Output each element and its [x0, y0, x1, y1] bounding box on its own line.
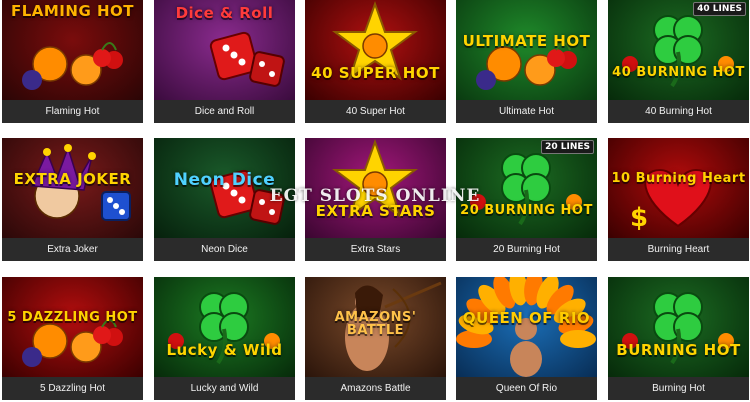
game-logo-text: AMAZONS' BATTLE [334, 310, 417, 338]
clover-art-icon [168, 292, 280, 365]
star-art-icon [332, 1, 418, 81]
game-thumbnail[interactable]: Dice & Roll [154, 0, 295, 100]
game-tile[interactable]: ULTIMATE HOT Ultimate Hot [456, 0, 597, 123]
game-title[interactable]: Burning Heart [608, 238, 749, 261]
star-art-icon [332, 139, 418, 219]
game-logo-text: 5 DAZZLING HOT [7, 310, 138, 325]
fruit-art-icon [476, 42, 577, 90]
game-tile[interactable]: 40 SUPER HOT 40 Super Hot [305, 0, 446, 123]
game-logo-text: 10 Burning Heart [611, 171, 746, 186]
game-logo-text: QUEEN OF RIO [462, 309, 591, 327]
game-tile[interactable]: QUEEN OF RIO Queen Of Rio [456, 277, 597, 400]
game-title[interactable]: 5 Dazzling Hot [2, 377, 143, 400]
game-title[interactable]: Ultimate Hot [456, 100, 597, 123]
game-title[interactable]: Extra Stars [305, 238, 446, 261]
game-tile[interactable]: 20 BURNING HOT 20 LINES 20 Burning Hot [456, 138, 597, 261]
game-thumbnail[interactable]: 5 DAZZLING HOT [2, 277, 143, 377]
game-thumbnail[interactable]: Lucky & Wild [154, 277, 295, 377]
game-title[interactable]: Lucky and Wild [154, 377, 295, 400]
game-thumbnail[interactable]: 40 BURNING HOT 40 LINES [608, 0, 749, 100]
game-thumbnail[interactable]: EXTRA STARS [305, 138, 446, 238]
game-tile[interactable]: Dice & Roll Dice and Roll [154, 0, 295, 123]
game-tile[interactable]: EXTRA JOKER Extra Joker [2, 138, 143, 261]
fruit-art-icon [22, 319, 123, 367]
game-tile[interactable]: AMAZONS' BATTLE Amazons Battle [305, 277, 446, 400]
game-thumbnail[interactable]: QUEEN OF RIO [456, 277, 597, 377]
game-thumbnail[interactable]: $10 Burning Heart [608, 138, 749, 238]
game-thumbnail[interactable]: Neon Dice [154, 138, 295, 238]
joker-art-icon [30, 144, 131, 221]
game-tile[interactable]: 40 BURNING HOT 40 LINES 40 Burning Hot [608, 0, 749, 123]
feather-art-icon [456, 277, 596, 377]
game-title[interactable]: 20 Burning Hot [456, 238, 597, 261]
game-logo-text: 40 BURNING HOT [612, 65, 745, 80]
game-thumbnail[interactable]: AMAZONS' BATTLE [305, 277, 446, 377]
game-tile[interactable]: EXTRA STARS Extra Stars [305, 138, 446, 261]
game-logo-text: Dice & Roll [175, 4, 274, 22]
game-tile[interactable]: BURNING HOT Burning Hot [608, 277, 749, 400]
game-title[interactable]: Extra Joker [2, 238, 143, 261]
game-tile[interactable]: Neon Dice Neon Dice [154, 138, 295, 261]
game-logo-text: 40 SUPER HOT [311, 64, 440, 82]
game-thumbnail[interactable]: 40 SUPER HOT [305, 0, 446, 100]
game-logo-text: EXTRA JOKER [13, 170, 132, 188]
game-thumbnail[interactable]: 20 BURNING HOT 20 LINES [456, 138, 597, 238]
game-thumbnail[interactable]: BURNING HOT [608, 277, 749, 377]
game-logo-text: BURNING HOT [616, 341, 741, 359]
game-title[interactable]: Amazons Battle [305, 377, 446, 400]
game-tile[interactable]: $10 Burning Heart Burning Heart [608, 138, 749, 261]
game-title[interactable]: Neon Dice [154, 238, 295, 261]
lines-badge: 20 LINES [541, 140, 594, 154]
game-logo-text: Neon Dice [173, 170, 276, 190]
game-logo-text: EXTRA STARS [315, 202, 436, 220]
game-tile[interactable]: 5 DAZZLING HOT 5 Dazzling Hot [2, 277, 143, 400]
heart-art-icon: $ [630, 168, 712, 233]
game-tile[interactable]: FLAMING HOT Flaming Hot [2, 0, 143, 123]
game-title[interactable]: Flaming Hot [2, 100, 143, 123]
game-logo-text: Lucky & Wild [166, 341, 283, 359]
game-grid: FLAMING HOT Flaming Hot Dice & Roll Dice a… [0, 0, 750, 402]
game-thumbnail[interactable]: FLAMING HOT [2, 0, 143, 100]
game-title[interactable]: Dice and Roll [154, 100, 295, 123]
clover-art-icon [622, 292, 734, 365]
svg-text:$: $ [630, 203, 648, 233]
game-title[interactable]: Queen Of Rio [456, 377, 597, 400]
game-title[interactable]: 40 Super Hot [305, 100, 446, 123]
game-title[interactable]: Burning Hot [608, 377, 749, 400]
game-thumbnail[interactable]: EXTRA JOKER [2, 138, 143, 238]
lines-badge: 40 LINES [693, 2, 746, 16]
game-thumbnail[interactable]: ULTIMATE HOT [456, 0, 597, 100]
game-logo-text: 20 BURNING HOT [460, 203, 593, 218]
game-logo-text: ULTIMATE HOT [462, 32, 591, 50]
game-title[interactable]: 40 Burning Hot [608, 100, 749, 123]
game-logo-text: FLAMING HOT [10, 2, 135, 20]
game-tile[interactable]: Lucky & Wild Lucky and Wild [154, 277, 295, 400]
